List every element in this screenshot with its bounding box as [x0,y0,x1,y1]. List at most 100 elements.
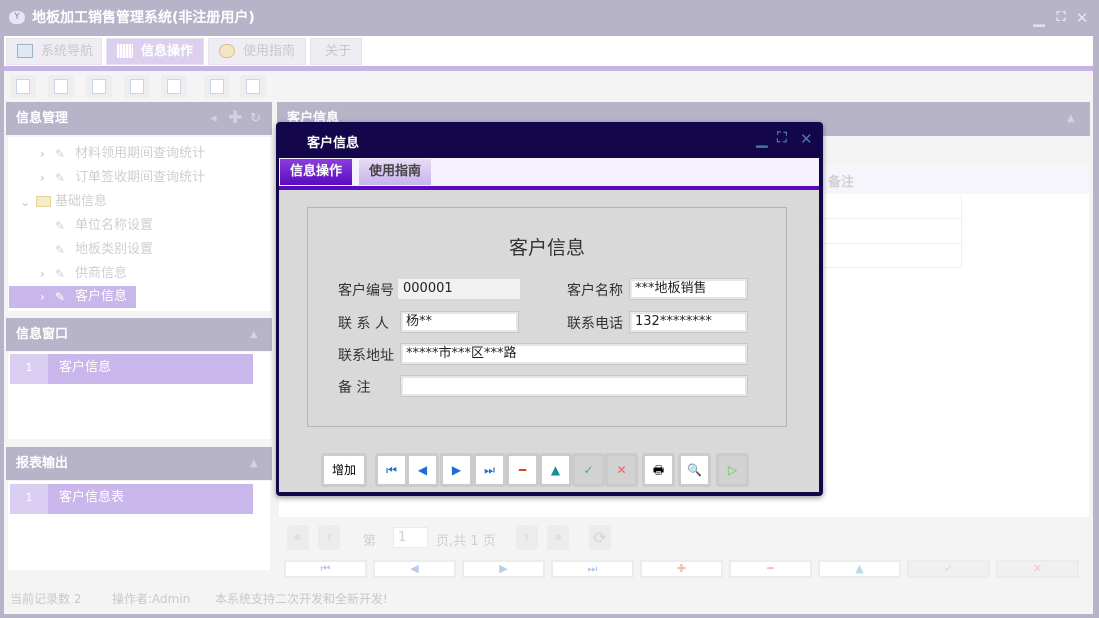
info-window-header: 信息窗口 ▲ [6,318,272,351]
contact-label: 联 系 人 [338,316,389,332]
refresh-icon[interactable]: ↻ [250,102,261,135]
cancel-button[interactable]: ✕ [605,453,638,487]
export-icon[interactable] [204,75,230,98]
maximize-icon[interactable]: ⛶ [1052,9,1070,27]
tree-folder[interactable]: ⌄ 基础信息 [20,190,107,214]
document-icon[interactable] [86,75,112,98]
info-mgmt-header: 信息管理 ◂ ✚ ↻ [6,102,272,135]
check-icon: ✓ [575,456,602,484]
grid-icon [117,44,133,58]
tab-guide[interactable]: 使用指南 [208,38,306,65]
folder-icon [36,196,51,207]
add-button[interactable]: 增加 [321,453,367,487]
address-field[interactable]: *****市***区***路 [400,343,748,365]
last-page-button[interactable]: » [547,525,569,550]
collapse-icon[interactable]: ▲ [250,447,258,480]
tab-system-nav[interactable]: 系统导航 [6,38,102,65]
main-tab-bar: 系统导航 信息操作 使用指南 关于 [4,36,1093,71]
operator: 操作者:Admin [112,592,191,606]
print-preview-icon: 🔍 [681,456,708,484]
last-record-button[interactable]: ⏭ [551,560,634,578]
dialog-close-icon[interactable]: ✕ [800,130,813,148]
x-icon: ✕ [608,456,635,484]
window-item[interactable]: 1 客户信息 [10,354,253,384]
tree-item[interactable]: ✎ 地板类别设置 [55,238,153,262]
tree-item[interactable]: › ✎ 材料领用期间查询统计 [40,142,205,166]
save-record-button[interactable]: ✓ [907,560,990,578]
prev-button[interactable]: ◀ [406,453,439,487]
first-record-button[interactable]: ⏮ [284,560,367,578]
report-header: 报表输出 ▲ [6,447,272,480]
edit-button[interactable]: ▲ [539,453,572,487]
tool-icon: ✎ [55,171,66,185]
tab-about[interactable]: 关于 [310,38,362,65]
first-icon: ⏮ [378,456,405,484]
tool-icon: ✎ [55,243,66,257]
minus-icon: ━ [509,456,536,484]
dialog-tab-guide[interactable]: 使用指南 [359,159,432,185]
printer-icon: 🖶 [645,456,672,484]
customer-name-field[interactable]: ***地板销售 [629,278,748,300]
user-icon[interactable] [124,75,150,98]
add-record-button[interactable]: ✚ [640,560,723,578]
tree-item[interactable]: › ✎ 供商信息 [40,262,127,286]
next-record-button[interactable]: ▶ [462,560,545,578]
last-button[interactable]: ⏭ [473,453,506,487]
list-icon[interactable] [48,75,74,98]
refresh-icon[interactable]: ⟳ [589,525,611,550]
first-page-button[interactable]: « [287,525,309,550]
up-icon: ▲ [542,456,569,484]
dialog-title: 客户信息 [307,136,360,151]
address-label: 联系地址 [338,348,394,364]
tree-item[interactable]: ✎ 单位名称设置 [55,214,153,238]
dialog-tab-info-ops[interactable]: 信息操作 [280,159,353,185]
help-icon [219,44,235,58]
close-icon[interactable]: ✕ [1073,9,1091,27]
grid-col-line [961,195,962,267]
window-icon[interactable] [240,75,266,98]
next-button[interactable]: ▶ [440,453,473,487]
remark-field[interactable] [400,375,748,397]
tool-icon: ✎ [55,219,66,233]
collapse-icon[interactable]: ▲ [1067,102,1075,135]
phone-field[interactable]: 132******** [629,311,748,333]
delete-button[interactable]: ━ [506,453,539,487]
collapse-left-icon[interactable]: ◂ [210,102,217,135]
last-icon: ⏭ [476,456,503,484]
form-title: 客户信息 [508,237,585,259]
print-button[interactable]: 🖶 [642,453,675,487]
report-item[interactable]: 1 客户信息表 [10,484,253,514]
tree-item[interactable]: › ✎ 订单签收期间查询统计 [40,166,205,190]
grid-header-remark: 备注 [828,175,855,190]
page-input[interactable]: 1 [393,527,428,548]
minimize-icon[interactable]: ▁ [1030,9,1048,27]
code-label: 客户编号 [338,283,394,299]
cloud-logo-icon: Y [9,11,25,24]
collapse-icon[interactable]: ▲ [250,318,258,351]
tool-icon: ✎ [55,290,66,304]
dialog-tabs: 信息操作 使用指南 [279,158,819,190]
run-button[interactable]: ▷ [716,453,749,487]
monitor-icon [17,44,33,58]
dialog-minimize-icon[interactable]: ▁ [756,130,768,148]
next-page-button[interactable]: › [516,525,538,550]
tab-info-ops[interactable]: 信息操作 [106,38,204,65]
save-button[interactable]: ✓ [572,453,605,487]
prev-page-button[interactable]: ‹ [318,525,340,550]
tool-icon: ✎ [55,147,66,161]
add-icon[interactable]: ✚ [228,102,242,135]
edit-record-button[interactable]: ▲ [818,560,901,578]
first-button[interactable]: ⏮ [375,453,408,487]
remark-label: 备 注 [338,380,371,396]
monitor-icon[interactable] [161,75,187,98]
tree-item-selected[interactable]: › ✎ 客户信息 [40,285,127,309]
search-icon[interactable] [10,75,36,98]
customer-code-field[interactable]: 000001 [398,279,520,299]
prev-icon: ◀ [409,456,436,484]
dialog-maximize-icon[interactable]: ⛶ [777,130,787,146]
contact-field[interactable]: 杨** [400,311,519,333]
preview-button[interactable]: 🔍 [678,453,711,487]
cancel-record-button[interactable]: ✕ [996,560,1079,578]
delete-record-button[interactable]: ━ [729,560,812,578]
prev-record-button[interactable]: ◀ [373,560,456,578]
